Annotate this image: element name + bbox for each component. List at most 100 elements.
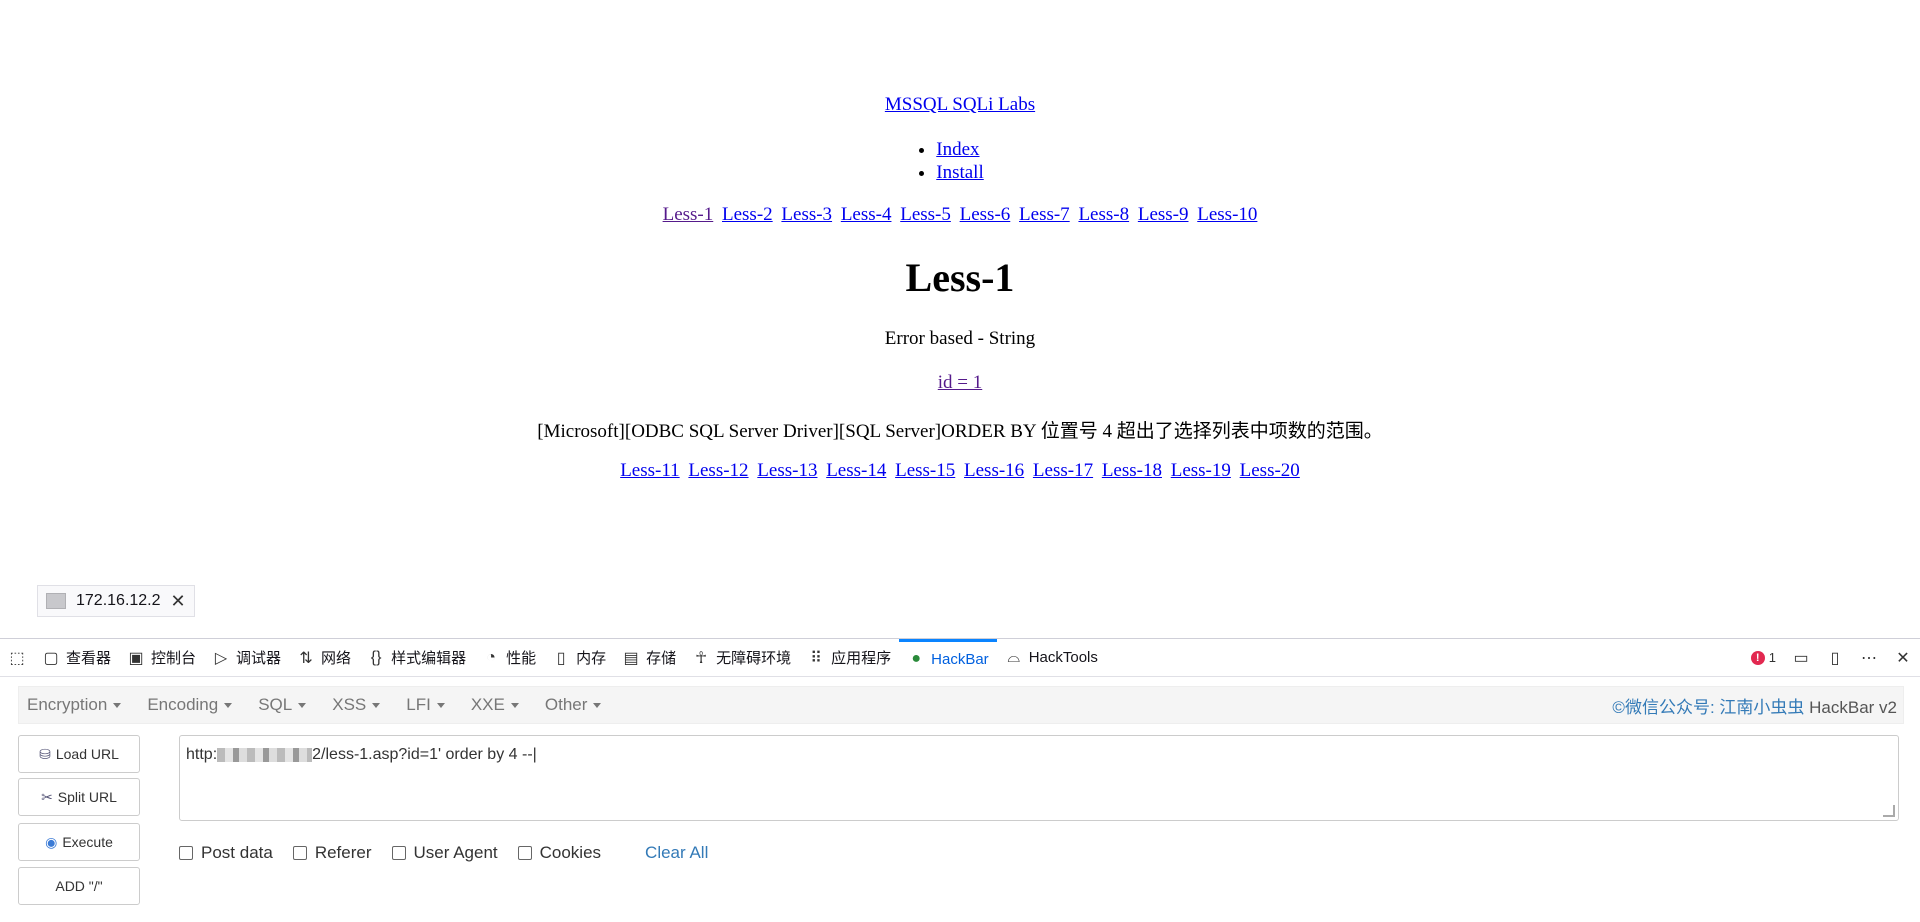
button-label: Load URL [55,746,119,762]
lesson-link[interactable]: Less-10 [1197,204,1257,225]
lesson-link[interactable]: Less-16 [964,460,1024,481]
id-link[interactable]: id = 1 [938,372,983,393]
storage-icon: ▤ [623,649,639,667]
scissors-icon: ✂ [41,788,53,805]
lesson-link[interactable]: Less-7 [1019,204,1070,225]
url-suffix: 2/less-1.asp?id=1' order by 4 -- [312,746,533,763]
lesson-link[interactable]: Less-15 [895,460,955,481]
tab-network[interactable]: ⇅ 网络 [289,639,359,676]
lesson-link[interactable]: Less-3 [781,204,832,225]
lesson-link[interactable]: Less-14 [826,460,886,481]
lesson-link[interactable]: Less-19 [1171,460,1231,481]
url-input[interactable]: http: 2/less-1.asp?id=1' order by 4 --| [179,735,1899,821]
tab-accessibility[interactable]: ☥ 无障碍环境 [684,639,799,676]
split-url-button[interactable]: ✂ Split URL [18,778,140,816]
lesson-link[interactable]: Less-4 [841,204,892,225]
network-icon: ⇅ [299,649,313,667]
menu-sql[interactable]: SQL [250,695,307,715]
tab-inspector[interactable]: ▢ 查看器 [34,639,119,676]
menu-encryption[interactable]: Encryption [19,695,122,715]
checkbox-box[interactable] [179,846,193,860]
checkbox-label: User Agent [413,843,498,862]
add-slash-button[interactable]: ADD "/" [18,867,140,905]
lesson-link[interactable]: Less-12 [688,460,748,481]
resize-handle[interactable] [1883,805,1895,817]
nav-link-install[interactable]: Install [936,162,984,183]
tab-hackbar[interactable]: ● HackBar [899,639,997,676]
status-host: 172.16.12.2 [76,592,161,609]
devtools-toolbar: ⬚ ▢ 查看器 ▣ 控制台 ▷ 调试器 ⇅ 网络 {} 样式编辑器 ◔ 性能 ▯ 内存 ▤ 存储… [0,639,1920,677]
tab-label: HackTools [1028,649,1098,666]
split-console-icon[interactable]: ▭ [1792,648,1810,668]
brand-watermark: ©微信公众号: 江南小虫虫 [1612,697,1805,717]
lesson-link[interactable]: Less-1 [663,204,714,225]
lesson-link[interactable]: Less-13 [757,460,817,481]
lesson-link[interactable]: Less-18 [1102,460,1162,481]
play-icon: ◉ [45,833,58,850]
lesson-link[interactable]: Less-6 [960,204,1011,225]
execute-button[interactable]: ◉ Execute [18,823,140,861]
lesson-title: Less-1 [905,255,1015,300]
tab-console[interactable]: ▣ 控制台 [119,639,204,676]
button-label: Split URL [57,789,117,805]
checkbox-box[interactable] [517,846,532,860]
user-agent-checkbox[interactable]: User Agent [391,843,498,863]
lesson-link[interactable]: Less-11 [620,460,679,481]
request-options: Post data Referer User Agent Cookies Cle… [179,843,708,863]
style-editor-icon: {} [370,648,382,666]
memory-icon: ▯ [556,649,566,667]
error-icon: ! [1750,650,1765,665]
responsive-design-icon[interactable]: ▯ [1826,648,1844,668]
cookies-checkbox[interactable]: Cookies [517,843,601,863]
lesson-link[interactable]: Less-2 [722,204,773,225]
tab-storage[interactable]: ▤ 存储 [614,639,684,676]
hackbar-menu: Encryption Encoding SQL XSS LFI XXE Othe… [18,686,1904,724]
tab-label: 应用程序 [831,650,892,667]
tab-style-editor[interactable]: {} 样式编辑器 [359,639,474,676]
lesson-link[interactable]: Less-8 [1078,204,1129,225]
lesson-link[interactable]: Less-5 [900,204,951,225]
caret-down-icon [224,702,233,708]
referer-checkbox[interactable]: Referer [292,843,372,863]
tab-label: 网络 [321,650,352,667]
lesson-link[interactable]: Less-17 [1033,460,1093,481]
lesson-link[interactable]: Less-9 [1138,204,1189,225]
element-picker-button[interactable]: ⬚ [0,639,34,676]
site-title-link[interactable]: MSSQL SQLi Labs [885,94,1035,115]
site-title: MSSQL SQLi Labs [0,94,1920,116]
tab-label: 查看器 [66,650,112,667]
more-options-icon[interactable]: ⋯ [1860,648,1878,668]
menu-xss[interactable]: XSS [324,695,381,715]
text-cursor: | [532,746,537,763]
menu-encoding[interactable]: Encoding [139,695,233,715]
close-icon[interactable]: ✕ [171,591,186,612]
clear-all-link[interactable]: Clear All [645,843,708,863]
close-devtools-icon[interactable]: ✕ [1894,648,1912,668]
menu-label: LFI [406,695,431,714]
brand-version: HackBar v2 [1804,697,1897,717]
nav-link-index[interactable]: Index [936,139,979,160]
tab-application[interactable]: ⠿ 应用程序 [799,639,899,676]
checkbox-box[interactable] [292,846,307,860]
redacted-host [217,747,313,762]
hackbar-brand: ©微信公众号: 江南小虫虫 HackBar v2 [1612,693,1903,718]
tab-label: 内存 [576,650,607,667]
tab-memory[interactable]: ▯ 内存 [544,639,614,676]
checkbox-box[interactable] [391,846,406,860]
tab-hacktools[interactable]: ⌓ HackTools [997,639,1106,676]
menu-label: XSS [332,695,367,714]
hackbar-icon: ● [911,650,921,667]
tab-debugger[interactable]: ▷ 调试器 [204,639,289,676]
debugger-icon: ▷ [214,649,228,667]
menu-label: XXE [470,695,505,714]
lesson-links-bottom: Less-11 Less-12 Less-13 Less-14 Less-15 … [0,460,1920,482]
lesson-link[interactable]: Less-20 [1240,460,1300,481]
menu-lfi[interactable]: LFI [398,695,445,715]
error-count-badge[interactable]: ! 1 [1750,650,1776,665]
menu-xxe[interactable]: XXE [463,695,519,715]
console-icon: ▣ [128,649,144,667]
tab-performance[interactable]: ◔ 性能 [474,639,544,676]
post-data-checkbox[interactable]: Post data [179,843,273,863]
load-url-button[interactable]: ⛁ Load URL [18,735,140,773]
menu-other[interactable]: Other [537,695,602,715]
